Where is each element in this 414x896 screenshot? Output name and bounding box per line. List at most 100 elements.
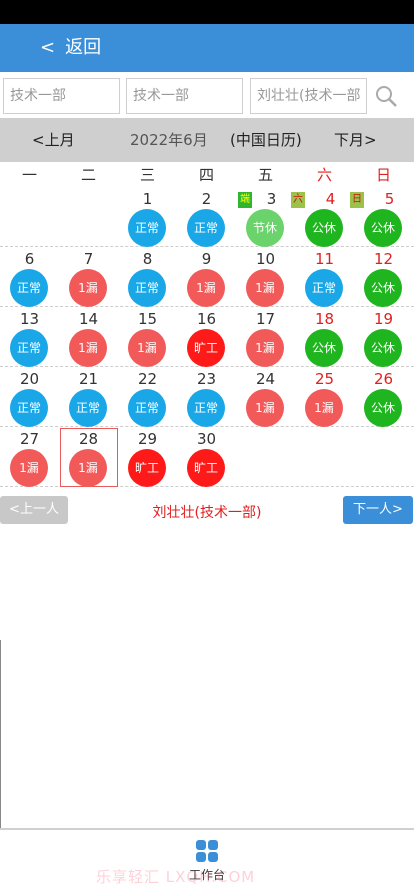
calendar-day-cell[interactable]: 1 正常 (118, 188, 177, 247)
weekday-label: 三 (139, 166, 155, 184)
calendar-day-cell[interactable]: 18 公休 (295, 308, 354, 367)
attendance-status-badge[interactable]: 正常 (10, 389, 48, 427)
calendar-day-cell[interactable]: 6 正常 (0, 248, 59, 307)
calendar-day-cell[interactable]: 14 1漏 (59, 308, 118, 367)
calendar-day-cell[interactable]: 7 1漏 (59, 248, 118, 307)
calendar-day-cell[interactable]: 25 1漏 (295, 368, 354, 427)
attendance-status-badge[interactable]: 1漏 (128, 329, 166, 367)
attendance-status-badge[interactable]: 正常 (10, 269, 48, 307)
divider (0, 640, 1, 830)
attendance-status-badge[interactable]: 公休 (364, 269, 402, 307)
back-chevron-icon: < (40, 37, 56, 58)
weekday-label: 六 (316, 166, 332, 184)
day-number: 1 (142, 190, 153, 208)
attendance-status-badge[interactable]: 正常 (128, 389, 166, 427)
search-icon[interactable] (374, 84, 398, 108)
calendar-day-cell[interactable]: 2 正常 (177, 188, 236, 247)
calendar-day-cell[interactable]: 28 1漏 (59, 428, 118, 487)
next-month-button[interactable]: 下月> (334, 130, 377, 150)
status-bar (0, 0, 414, 24)
next-person-button[interactable]: 下一人> (343, 496, 413, 524)
calendar-day-cell[interactable]: 10 1漏 (236, 248, 295, 307)
attendance-status-badge[interactable]: 正常 (128, 269, 166, 307)
calendar-empty-cell (354, 428, 413, 487)
calendar-day-cell[interactable]: 13 正常 (0, 308, 59, 367)
prev-month-button[interactable]: <上月 (32, 130, 75, 150)
calendar-day-cell[interactable]: 26 公休 (354, 368, 413, 427)
attendance-status-badge[interactable]: 正常 (69, 389, 107, 427)
calendar-day-cell[interactable]: 27 1漏 (0, 428, 59, 487)
attendance-status-badge[interactable]: 1漏 (69, 269, 107, 307)
attendance-status-badge[interactable]: 公休 (305, 209, 343, 247)
calendar-day-cell[interactable]: 17 1漏 (236, 308, 295, 367)
attendance-status-badge[interactable]: 正常 (305, 269, 343, 307)
attendance-status-badge[interactable]: 1漏 (246, 269, 284, 307)
calendar-day-cell[interactable]: 22 正常 (118, 368, 177, 427)
day-number: 26 (373, 370, 394, 388)
calendar-day-cell[interactable]: 21 正常 (59, 368, 118, 427)
attendance-status-badge[interactable]: 节休 (246, 209, 284, 247)
calendar-day-cell[interactable]: 24 1漏 (236, 368, 295, 427)
calendar-day-cell[interactable]: 12 公休 (354, 248, 413, 307)
attendance-status-badge[interactable]: 公休 (364, 329, 402, 367)
weekday-label: 五 (257, 166, 273, 184)
back-button[interactable]: < 返回 (40, 36, 101, 60)
attendance-status-badge[interactable]: 1漏 (69, 329, 107, 367)
calendar-week-row: 27 1漏 28 1漏 29 旷工 30 旷工 (0, 428, 414, 487)
attendance-status-badge[interactable]: 公休 (364, 209, 402, 247)
calendar-day-cell[interactable]: 20 正常 (0, 368, 59, 427)
day-number: 13 (19, 310, 40, 328)
day-number: 23 (196, 370, 217, 388)
calendar-day-cell[interactable]: 16 旷工 (177, 308, 236, 367)
calendar-empty-cell (0, 188, 59, 247)
attendance-status-badge[interactable]: 正常 (187, 209, 225, 247)
attendance-status-badge[interactable]: 正常 (128, 209, 166, 247)
calendar-day-cell[interactable]: 端 3 节休 (236, 188, 295, 247)
calendar-day-cell[interactable]: 六 4 公休 (291, 188, 354, 247)
day-number: 30 (196, 430, 217, 448)
calendar-type-label: (中国日历) (230, 131, 302, 149)
attendance-status-badge[interactable]: 公休 (364, 389, 402, 427)
attendance-status-badge[interactable]: 正常 (10, 329, 48, 367)
bottom-tab-bar: 工作台 乐享轻汇 LXQH.COM (0, 828, 414, 896)
attendance-status-badge[interactable]: 1漏 (246, 329, 284, 367)
day-number: 2 (201, 190, 212, 208)
calendar-week-row: 13 正常 14 1漏 15 1漏 16 旷工 17 1漏 18 公休 19 公休 (0, 308, 414, 367)
attendance-status-badge[interactable]: 旷工 (187, 329, 225, 367)
weekday-label: 四 (198, 166, 214, 184)
calendar-empty-cell (59, 188, 118, 247)
calendar-day-cell[interactable]: 19 公休 (354, 308, 413, 367)
calendar-day-cell[interactable]: 9 1漏 (177, 248, 236, 307)
calendar-day-cell[interactable]: 11 正常 (295, 248, 354, 307)
employee-filter[interactable]: 刘壮壮(技术一部 (250, 78, 367, 114)
calendar-week-row: 6 正常 7 1漏 8 正常 9 1漏 10 1漏 11 正常 12 公休 (0, 248, 414, 307)
attendance-status-badge[interactable]: 旷工 (187, 449, 225, 487)
filter-row: 技术一部 技术一部 刘壮壮(技术一部 (0, 78, 414, 114)
attendance-status-badge[interactable]: 正常 (187, 389, 225, 427)
day-number: 22 (137, 370, 158, 388)
attendance-status-badge[interactable]: 1漏 (187, 269, 225, 307)
department-filter[interactable]: 技术一部 (3, 78, 120, 114)
day-number: 5 (384, 190, 395, 208)
calendar-day-cell[interactable]: 8 正常 (118, 248, 177, 307)
calendar-day-cell[interactable]: 23 正常 (177, 368, 236, 427)
person-nav: <上一人 刘壮壮(技术一部) 下一人> (0, 496, 414, 526)
calendar-day-cell[interactable]: 日 5 公休 (350, 188, 413, 247)
attendance-status-badge[interactable]: 1漏 (305, 389, 343, 427)
day-number: 27 (19, 430, 40, 448)
sub-department-filter[interactable]: 技术一部 (126, 78, 243, 114)
calendar-day-cell[interactable]: 30 旷工 (177, 428, 236, 487)
day-number: 12 (373, 250, 394, 268)
attendance-status-badge[interactable]: 旷工 (128, 449, 166, 487)
attendance-status-badge[interactable]: 1漏 (10, 449, 48, 487)
attendance-status-badge[interactable]: 1漏 (69, 449, 107, 487)
calendar-day-cell[interactable]: 15 1漏 (118, 308, 177, 367)
attendance-status-badge[interactable]: 1漏 (246, 389, 284, 427)
calendar-day-cell[interactable]: 29 旷工 (118, 428, 177, 487)
day-number: 20 (19, 370, 40, 388)
workbench-icon[interactable] (196, 840, 218, 862)
attendance-status-badge[interactable]: 公休 (305, 329, 343, 367)
day-number: 28 (78, 430, 99, 448)
weekday-label: 二 (80, 166, 96, 184)
app-header: < 返回 (0, 24, 414, 72)
